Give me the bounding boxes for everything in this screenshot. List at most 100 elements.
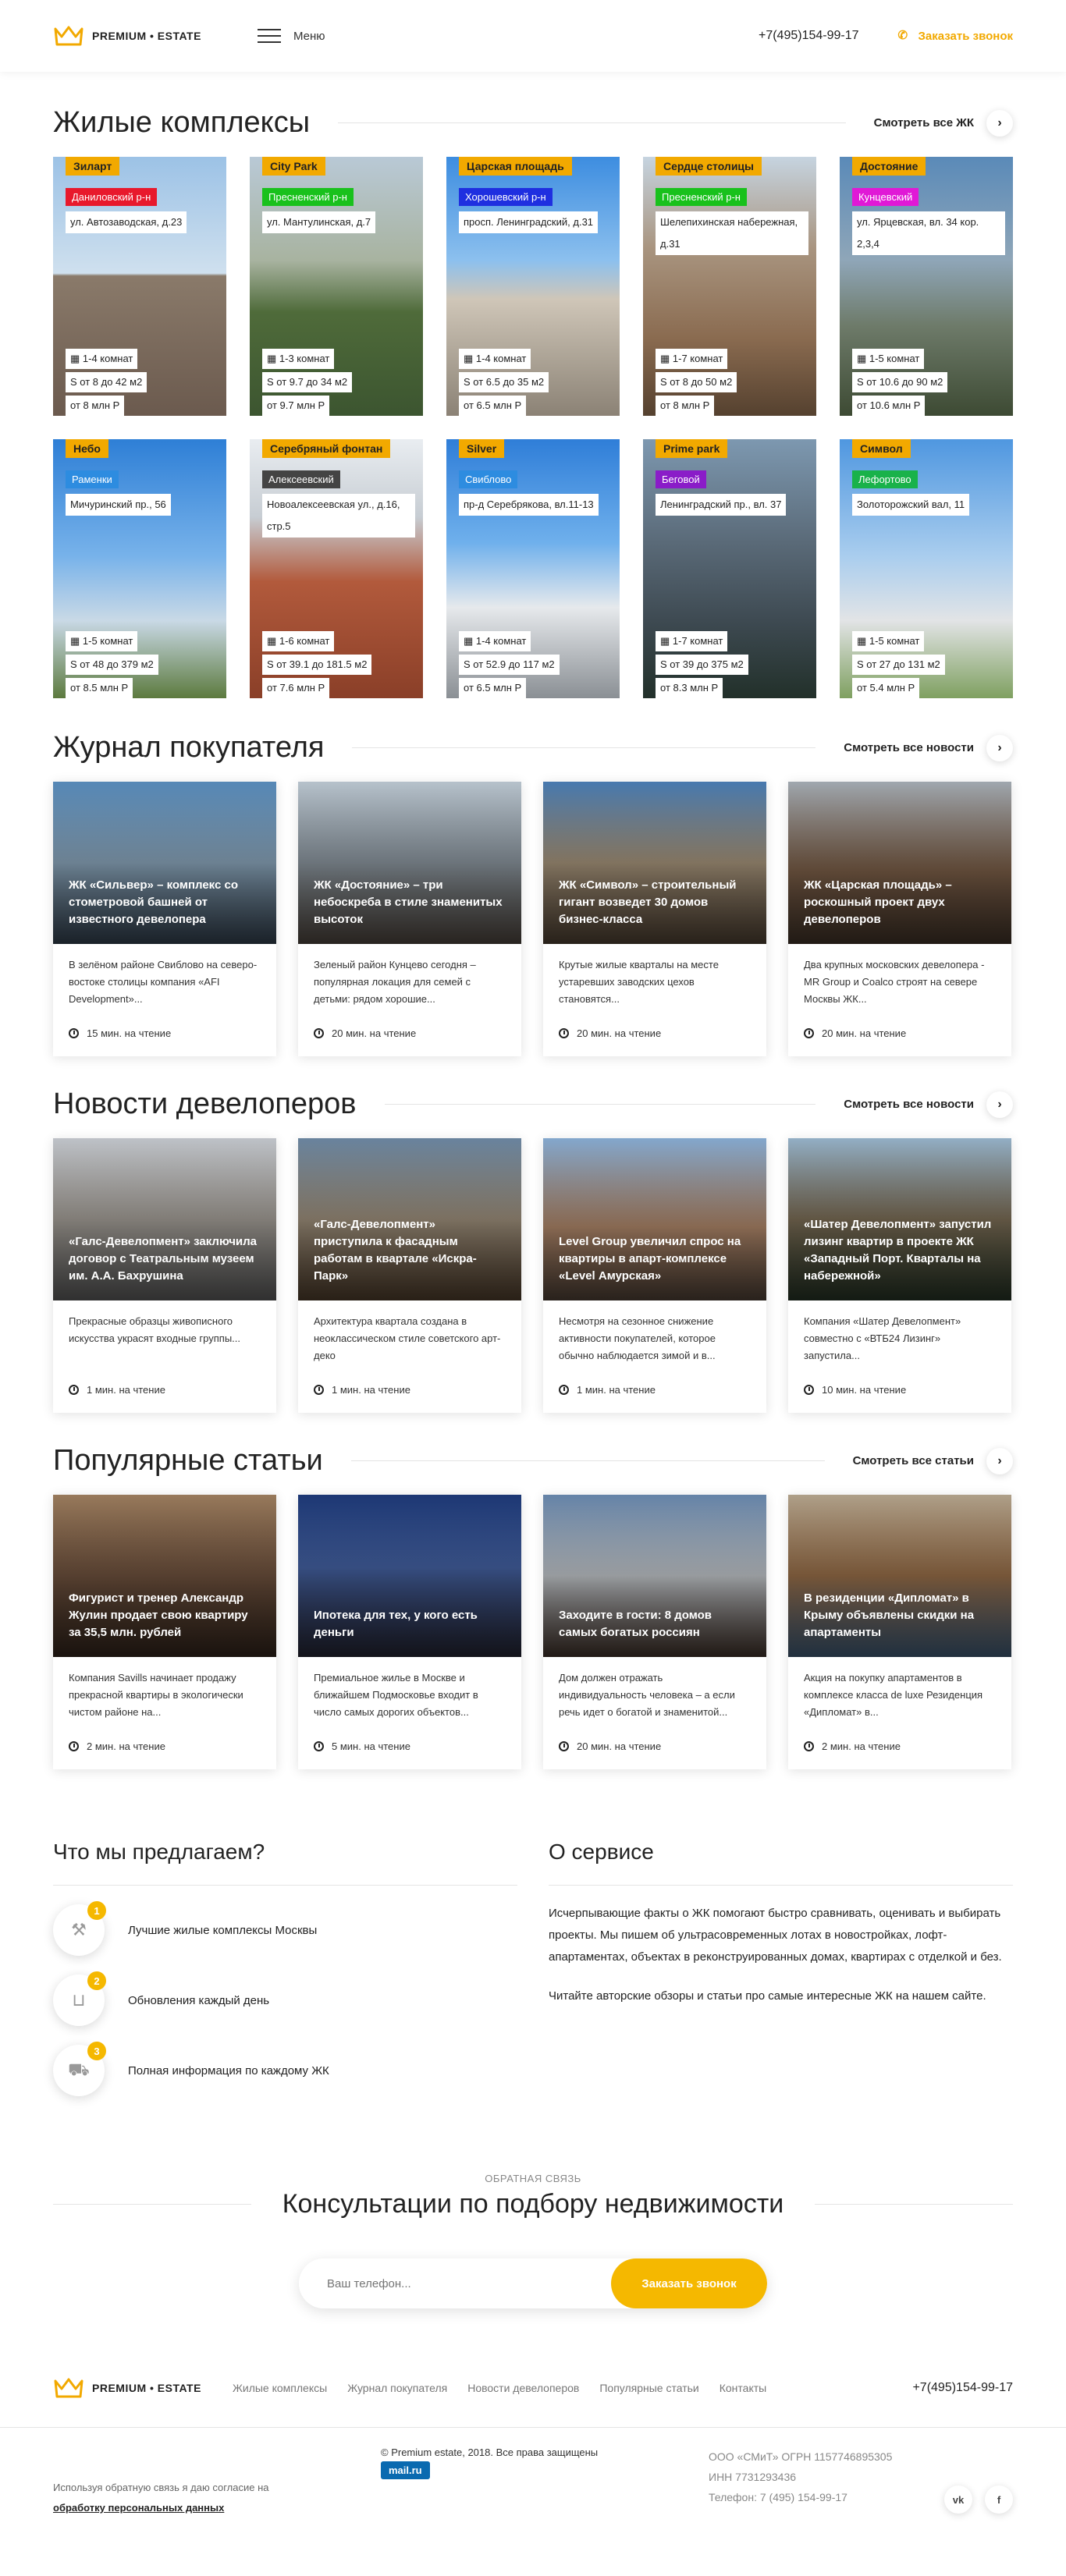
consent-link[interactable]: обработку персональных данных <box>53 2502 224 2514</box>
article-card[interactable]: ЖК «Символ» – строительный гигант возвед… <box>543 782 766 1056</box>
complex-facts: ▦ 1-4 комнат S от 52.9 до 117 м2 от 6.5 … <box>459 631 560 698</box>
article-title: ЖК «Царская площадь» – роскошный проект … <box>804 878 952 926</box>
article-excerpt: Архитектура квартала создана в неокласси… <box>314 1315 501 1361</box>
complex-price: от 8 млн Р <box>66 396 125 416</box>
company-phone: Телефон: 7 (495) 154-99-17 <box>709 2491 847 2503</box>
complex-district: Пресненский р-н <box>656 188 747 206</box>
complex-address: Новоалексеевская ул., д.16, стр.5 <box>262 494 415 538</box>
complex-card[interactable]: Достояние Кунцевский ул. Ярцевская, вл. … <box>840 157 1013 416</box>
article-card[interactable]: ЖК «Сильвер» – комплекс со стометровой б… <box>53 782 276 1056</box>
header-phone[interactable]: +7(495)154-99-17 <box>759 29 859 43</box>
read-time-label: 10 мин. на чтение <box>822 1384 907 1396</box>
offer-item: ⛟ 3 Полная информация по каждому ЖК <box>53 2042 517 2096</box>
article-card[interactable]: В резиденции «Дипломат» в Крыму объявлен… <box>788 1495 1011 1769</box>
article-excerpt: Прекрасные образцы живописного искусства… <box>69 1315 240 1344</box>
complex-price: от 9.7 млн Р <box>262 396 330 416</box>
complex-card[interactable]: Prime park Беговой Ленинградский пр., вл… <box>643 439 816 698</box>
complex-address: Золоторожский вал, 11 <box>852 494 970 516</box>
complex-price: от 6.5 млн Р <box>459 396 527 416</box>
complex-facts: ▦ 1-5 комнат S от 27 до 131 м2 от 5.4 мл… <box>852 631 945 698</box>
complex-card[interactable]: Серебряный фонтан Алексеевский Новоалекс… <box>250 439 423 698</box>
company-info: ООО «СМиТ» ОГРН 1157746895305 ИНН 773129… <box>709 2446 892 2518</box>
read-time-label: 1 мин. на чтение <box>577 1384 656 1396</box>
consult-form: Заказать звонок <box>299 2258 767 2308</box>
read-time-label: 20 мин. на чтение <box>822 1027 907 1039</box>
complex-card[interactable]: Символ Лефортово Золоторожский вал, 11 ▦… <box>840 439 1013 698</box>
phone-icon: ✆ <box>897 29 908 42</box>
see-all-journal-link[interactable]: Смотреть все новости › <box>844 734 1013 761</box>
chevron-right-icon: › <box>986 734 1013 761</box>
article-card[interactable]: Заходите в гости: 8 домов самых богатых … <box>543 1495 766 1769</box>
menu-button[interactable]: Меню <box>257 29 325 43</box>
complex-address: Мичуринский пр., 56 <box>66 494 171 516</box>
article-title: «Галс-Девелопмент» заключила договор с Т… <box>69 1235 258 1283</box>
read-time-label: 5 мин. на чтение <box>332 1740 410 1752</box>
complex-area: S от 39 до 375 м2 <box>656 655 748 675</box>
see-all-developers-link[interactable]: Смотреть все новости › <box>844 1091 1013 1118</box>
complex-card[interactable]: Silver Свиблово пр-д Серебрякова, вл.11-… <box>446 439 620 698</box>
article-image: ЖК «Царская площадь» – роскошный проект … <box>788 782 1011 944</box>
complex-card[interactable]: Царская площадь Хорошевский р-н просп. Л… <box>446 157 620 416</box>
see-all-complexes-link[interactable]: Смотреть все ЖК › <box>874 109 1013 137</box>
article-card[interactable]: Level Group увеличил спрос на квартиры в… <box>543 1138 766 1413</box>
clock-icon <box>69 1028 79 1038</box>
copyright-block: © Premium estate, 2018. Все права защище… <box>381 2446 709 2518</box>
footer-phone[interactable]: +7(495)154-99-17 <box>912 2381 1013 2395</box>
complex-card[interactable]: Зиларт Даниловский р-н ул. Автозаводская… <box>53 157 226 416</box>
footer-nav-link[interactable]: Жилые комплексы <box>233 2382 327 2394</box>
consult-title: Консультации по подбору недвижимости <box>282 2189 784 2219</box>
complex-rooms: ▦ 1-5 комнат <box>66 631 138 651</box>
consent-text: Используя обратную связь я даю согласие … <box>53 2482 269 2493</box>
logo-text: PREMIUM • ESTATE <box>92 2382 201 2394</box>
consult-section: Обратная связь Консультации по подбору н… <box>53 2173 1014 2308</box>
complex-facts: ▦ 1-4 комнат S от 8 до 42 м2 от 8 млн Р <box>66 349 147 416</box>
offer-item: ⚒ 1 Лучшие жилые комплексы Москвы <box>53 1901 517 1956</box>
complex-name: Небо <box>66 439 108 458</box>
footer-nav-link[interactable]: Контакты <box>720 2382 766 2394</box>
article-card[interactable]: «Галс-Девелопмент» приступила к фасадным… <box>298 1138 521 1413</box>
footer-top: PREMIUM • ESTATE Жилые комплексы Журнал … <box>53 2369 1013 2407</box>
complex-rooms: ▦ 1-7 комнат <box>656 349 728 369</box>
complex-card[interactable]: City Park Пресненский р-н ул. Мантулинск… <box>250 157 423 416</box>
article-title: ЖК «Достояние» – три небоскреба в стиле … <box>314 878 503 926</box>
see-all-popular-link[interactable]: Смотреть все статьи › <box>853 1447 1013 1474</box>
article-excerpt: Дом должен отражать индивидуальность чел… <box>559 1672 735 1718</box>
complex-area: S от 9.7 до 34 м2 <box>262 372 353 392</box>
article-card[interactable]: ЖК «Царская площадь» – роскошный проект … <box>788 782 1011 1056</box>
phone-input[interactable] <box>299 2258 611 2308</box>
complex-district: Алексеевский <box>262 470 340 488</box>
article-read-time: 10 мин. на чтение <box>804 1384 906 1396</box>
complex-area: S от 52.9 до 117 м2 <box>459 655 560 675</box>
article-card[interactable]: Фигурист и тренер Александр Жулин продае… <box>53 1495 276 1769</box>
read-time-label: 20 мин. на чтение <box>332 1027 417 1039</box>
facebook-icon[interactable]: f <box>985 2486 1013 2514</box>
complex-district: Кунцевский <box>852 188 919 206</box>
footer-bottom: Используя обратную связь я даю согласие … <box>0 2427 1066 2544</box>
article-card[interactable]: «Шатер Девелопмент» запустил лизинг квар… <box>788 1138 1011 1413</box>
article-read-time: 1 мин. на чтение <box>69 1384 165 1396</box>
offer-number: 3 <box>87 2042 106 2060</box>
site-logo[interactable]: PREMIUM • ESTATE <box>53 24 201 48</box>
order-call-button[interactable]: Заказать звонок <box>611 2258 767 2308</box>
mailru-badge[interactable]: mail.ru <box>381 2461 430 2479</box>
read-time-label: 15 мин. на чтение <box>87 1027 172 1039</box>
footer-nav-link[interactable]: Новости девелоперов <box>467 2382 579 2394</box>
footer-nav-link[interactable]: Журнал покупателя <box>347 2382 447 2394</box>
complex-facts: ▦ 1-3 комнат S от 9.7 до 34 м2 от 9.7 мл… <box>262 349 353 416</box>
about-paragraph: Исчерпывающие факты о ЖК помогают быстро… <box>549 1907 1002 1964</box>
complex-card[interactable]: Небо Раменки Мичуринский пр., 56 ▦ 1-5 к… <box>53 439 226 698</box>
vk-icon[interactable]: vk <box>944 2486 972 2514</box>
footer-nav-link[interactable]: Популярные статьи <box>599 2382 698 2394</box>
article-card[interactable]: Ипотека для тех, у кого есть деньги Прем… <box>298 1495 521 1769</box>
article-image: «Шатер Девелопмент» запустил лизинг квар… <box>788 1138 1011 1300</box>
article-card[interactable]: «Галс-Девелопмент» заключила договор с Т… <box>53 1138 276 1413</box>
menu-label: Меню <box>293 29 325 43</box>
journal-grid: ЖК «Сильвер» – комплекс со стометровой б… <box>53 782 1013 1056</box>
about-paragraph: Читайте авторские обзоры и статьи про са… <box>549 1989 986 2003</box>
company-name: ООО «СМиТ» ОГРН 1157746895305 <box>709 2450 893 2463</box>
complex-card[interactable]: Сердце столицы Пресненский р-н Шелепихин… <box>643 157 816 416</box>
article-card[interactable]: ЖК «Достояние» – три небоскреба в стиле … <box>298 782 521 1056</box>
complex-address: ул. Мантулинская, д.7 <box>262 211 376 233</box>
callback-button[interactable]: ✆ Заказать звонок <box>898 30 1013 43</box>
footer-logo[interactable]: PREMIUM • ESTATE <box>53 2376 201 2400</box>
